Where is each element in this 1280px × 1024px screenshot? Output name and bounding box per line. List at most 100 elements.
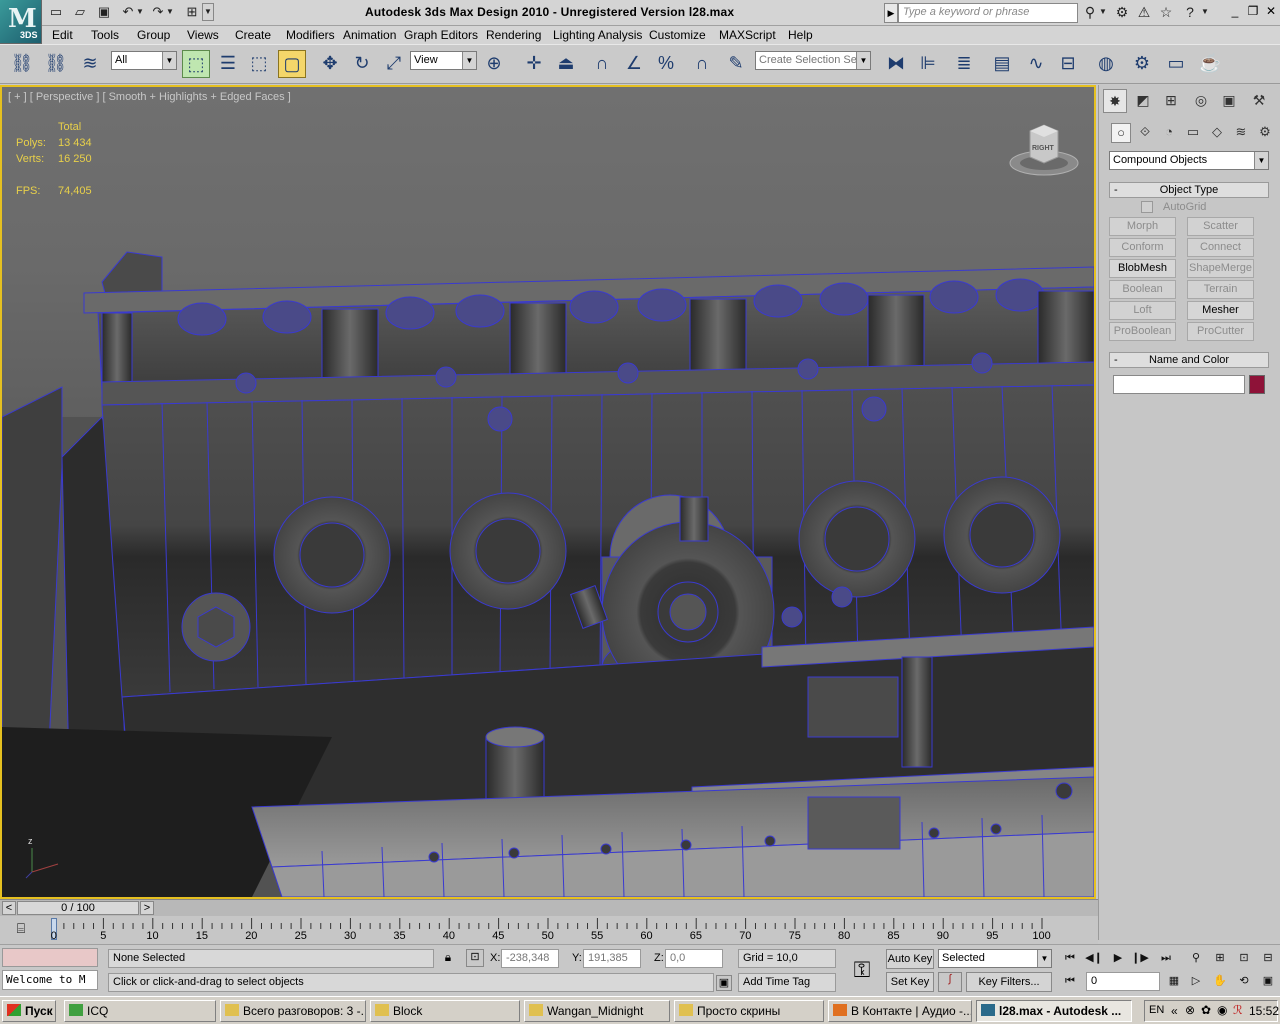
systems-icon[interactable]: ⚙ [1255,123,1275,143]
viewcube[interactable]: RIGHT [1008,123,1080,177]
redo-dropdown-icon[interactable]: ▼ [164,3,176,21]
search-expand-icon[interactable]: ▶ [884,3,898,23]
previous-frame-icon[interactable]: ◀❙ [1084,949,1104,968]
object-type-loft-button[interactable]: Loft [1109,301,1176,320]
object-type-rollout-header[interactable]: - Object Type [1109,182,1269,198]
tray-network-icon[interactable]: ⊗ [1185,1003,1195,1017]
mini-curve-editor-icon[interactable]: ⌸ [10,920,32,938]
search-dropdown-icon[interactable]: ▼ [1098,3,1108,23]
lights-icon[interactable]: ◔ [1159,123,1179,143]
spinner-snap-icon[interactable]: ∩ [688,50,716,78]
object-type-procutter-button[interactable]: ProCutter [1187,322,1254,341]
utilities-tab-icon[interactable]: ⚒ [1247,89,1271,113]
menu-lighting-analysis[interactable]: Lighting Analysis [553,28,642,42]
helpers-icon[interactable]: ◇ [1207,123,1227,143]
reference-coordinate-dropdown[interactable]: View ▼ [410,51,477,70]
percent-snap-icon[interactable]: % [652,50,680,78]
rendered-frame-window-icon[interactable]: ▭ [1162,50,1190,78]
time-tag-icon[interactable]: ▣ [716,975,732,991]
object-type-scatter-button[interactable]: Scatter [1187,217,1254,236]
time-slider-prev-button[interactable]: < [2,901,16,915]
subscription-center-icon[interactable]: ⚙ [1112,3,1132,23]
snaps-toggle-icon[interactable]: ∩ [588,50,616,78]
create-tab-icon[interactable]: ✸ [1103,89,1127,113]
object-type-conform-button[interactable]: Conform [1109,238,1176,257]
menu-modifiers[interactable]: Modifiers [286,28,335,42]
maximize-viewport-icon[interactable]: ▣ [1258,972,1278,991]
menu-rendering[interactable]: Rendering [486,28,541,42]
object-type-morph-button[interactable]: Morph [1109,217,1176,236]
key-filters-button[interactable]: Key Filters... [966,972,1052,992]
taskbar-button[interactable]: ICQ [64,1000,216,1022]
select-and-link-icon[interactable]: ⛓ [8,50,36,78]
cameras-icon[interactable]: ▭ [1183,123,1203,143]
new-file-icon[interactable]: ▭ [46,3,66,21]
selection-lock-icon[interactable]: 🔒︎ [440,950,456,966]
orbit-icon[interactable]: ⟲ [1234,972,1254,991]
help-icon[interactable]: ? [1180,3,1200,23]
tray-icq-icon[interactable]: ✿ [1201,1003,1211,1017]
set-key-button[interactable]: Set Key [886,972,934,992]
space-warps-icon[interactable]: ≋ [1231,123,1251,143]
communication-center-icon[interactable]: ⚠ [1134,3,1154,23]
absolute-offset-icon[interactable]: ⊡ [466,949,484,967]
key-mode-dropdown[interactable]: Selected ▼ [938,949,1052,968]
menu-animation[interactable]: Animation [343,28,396,42]
auto-key-button[interactable]: Auto Key [886,949,934,969]
zoom-extents-icon[interactable]: ⊡ [1234,949,1254,968]
mirror-icon[interactable]: ⧓ [882,50,910,78]
current-frame-input[interactable]: 0 [1086,972,1160,991]
search-binoculars-icon[interactable]: ⚲ [1080,3,1100,23]
curve-editor-icon[interactable]: ∿ [1022,50,1050,78]
autogrid-checkbox[interactable] [1141,201,1153,213]
pivot-center-icon[interactable]: ⊕ [480,50,508,78]
object-name-input[interactable] [1113,375,1245,394]
quick-access-dropdown-icon[interactable]: ▼ [202,3,214,21]
key-mode-toggle-icon[interactable]: ⏮ [1060,972,1080,991]
object-category-dropdown[interactable]: Compound Objects ▼ [1109,151,1269,170]
search-input[interactable]: Type a keyword or phrase [898,3,1078,23]
material-editor-icon[interactable]: ◍ [1092,50,1120,78]
menu-maxscript[interactable]: MAXScript [719,28,776,42]
menu-graph-editors[interactable]: Graph Editors [404,28,478,42]
named-selection-sets-input[interactable]: Create Selection Se ▼ [755,51,871,70]
bind-to-space-warp-icon[interactable]: ≋ [76,50,104,78]
angle-snap-icon[interactable]: ∠ [620,50,648,78]
time-slider-next-button[interactable]: > [140,901,154,915]
taskbar-button[interactable]: Просто скрины [674,1000,824,1022]
minimize-button[interactable]: _ [1226,4,1244,20]
rectangular-selection-icon[interactable]: ⬚ [245,50,273,78]
taskbar-button[interactable]: Wangan_Midnight [524,1000,670,1022]
zoom-extents-all-icon[interactable]: ⊟ [1258,949,1278,968]
field-of-view-icon[interactable]: ▷ [1186,972,1206,991]
help-dropdown-icon[interactable]: ▼ [1200,3,1210,23]
taskbar-button[interactable]: Block [370,1000,520,1022]
y-coordinate-input[interactable]: 191,385 [583,949,641,968]
tray-antivirus-icon[interactable]: ◉ [1217,1003,1227,1017]
menu-group[interactable]: Group [137,28,170,42]
layer-manager-icon[interactable]: ≣ [950,50,978,78]
language-indicator[interactable]: EN [1149,1004,1164,1016]
application-button[interactable]: M 3DS [0,0,42,44]
shapes-icon[interactable]: ⟐ [1135,123,1155,143]
open-file-icon[interactable]: ▱ [70,3,90,21]
x-coordinate-input[interactable]: -238,348 [501,949,559,968]
select-and-manipulate-icon[interactable]: ✛ [520,50,548,78]
set-key-icon[interactable]: ⚿ [842,951,882,991]
selection-filter-dropdown[interactable]: All ▼ [111,51,177,70]
object-color-swatch[interactable] [1249,375,1265,394]
schematic-view-icon[interactable]: ⊟ [1054,50,1082,78]
geometry-icon[interactable]: ○ [1111,123,1131,143]
next-frame-icon[interactable]: ❙▶ [1130,949,1150,968]
menu-help[interactable]: Help [788,28,813,42]
favorites-icon[interactable]: ☆ [1156,3,1176,23]
time-slider-thumb[interactable]: 0 / 100 [17,901,139,915]
time-configuration-icon[interactable]: ▦ [1164,972,1184,991]
graphite-modeling-icon[interactable]: ▤ [988,50,1016,78]
z-coordinate-input[interactable]: 0,0 [665,949,723,968]
maxscript-mini-listener[interactable]: Welcome to M [2,970,98,990]
close-button[interactable]: ✕ [1262,4,1280,20]
object-type-shapemerge-button[interactable]: ShapeMerge [1187,259,1254,278]
go-to-start-icon[interactable]: ⏮ [1060,949,1080,968]
undo-dropdown-icon[interactable]: ▼ [134,3,146,21]
